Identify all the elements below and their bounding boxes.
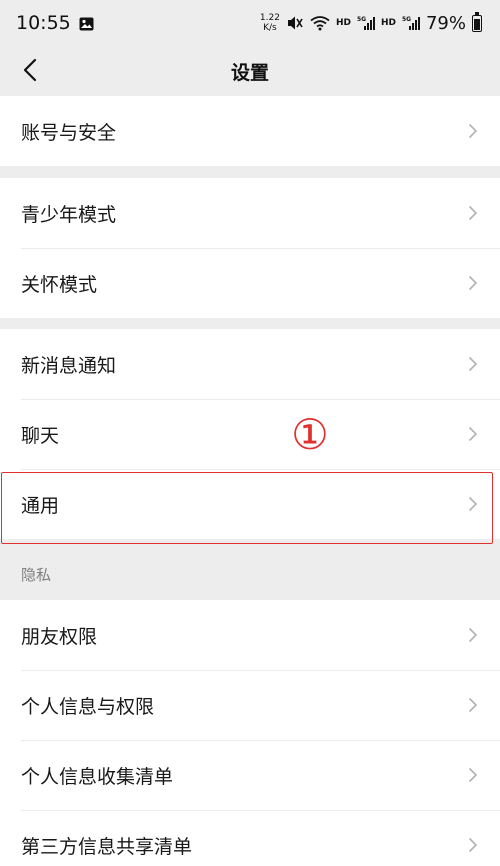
settings-group-messages: 新消息通知 聊天 通用 xyxy=(0,329,500,539)
settings-item-label: 朋友权限 xyxy=(21,625,98,648)
settings-item-chat[interactable]: 聊天 xyxy=(0,399,500,469)
network-speed-unit: K/s xyxy=(263,23,277,33)
signal-5g-icon-1: 5G xyxy=(357,15,375,31)
settings-item-general[interactable]: 通用 xyxy=(0,469,500,539)
settings-item-care-mode[interactable]: 关怀模式 xyxy=(0,248,500,318)
gallery-notification-icon xyxy=(79,16,94,31)
status-time: 10:55 xyxy=(16,12,71,34)
chevron-right-icon xyxy=(468,275,478,291)
settings-item-label: 通用 xyxy=(21,494,60,517)
settings-item-personal-info-collection-list[interactable]: 个人信息收集清单 xyxy=(0,740,500,810)
settings-group-modes: 青少年模式 关怀模式 xyxy=(0,178,500,318)
mute-icon xyxy=(286,15,304,31)
chevron-right-icon xyxy=(468,123,478,139)
settings-item-new-message-notification[interactable]: 新消息通知 xyxy=(0,329,500,399)
settings-item-label: 关怀模式 xyxy=(21,273,98,296)
chevron-right-icon xyxy=(468,627,478,643)
svg-text:5G: 5G xyxy=(402,16,411,23)
settings-group-account: 账号与安全 xyxy=(0,96,500,166)
wifi-icon xyxy=(310,15,330,31)
chevron-right-icon xyxy=(468,356,478,372)
chevron-right-icon xyxy=(468,767,478,783)
settings-item-label: 第三方信息共享清单 xyxy=(21,835,193,858)
settings-item-label: 个人信息收集清单 xyxy=(21,765,174,788)
back-arrow-icon xyxy=(23,58,37,82)
step-marker: ① xyxy=(291,410,329,459)
status-right: 1.22 K/s HD 5G HD 5G 79% xyxy=(260,11,482,34)
svg-text:5G: 5G xyxy=(357,16,366,23)
chevron-right-icon xyxy=(468,426,478,442)
chevron-right-icon xyxy=(468,837,478,853)
status-bar: 10:55 1.22 K/s HD 5G HD 5G 79% xyxy=(0,0,500,46)
page-title: 设置 xyxy=(230,61,269,84)
settings-item-label: 聊天 xyxy=(21,424,60,447)
settings-item-youth-mode[interactable]: 青少年模式 xyxy=(0,178,500,248)
navigation-bar: 设置 xyxy=(0,46,500,96)
signal-5g-icon-2: 5G xyxy=(402,15,420,31)
settings-item-label: 新消息通知 xyxy=(21,354,117,377)
chevron-right-icon xyxy=(468,697,478,713)
status-left: 10:55 xyxy=(16,12,94,34)
settings-item-third-party-sharing-list[interactable]: 第三方信息共享清单 xyxy=(0,810,500,866)
battery-percentage: 79% xyxy=(425,12,466,34)
settings-group-privacy: 朋友权限 个人信息与权限 个人信息收集清单 第三方信息共享清单 xyxy=(0,600,500,866)
back-button[interactable] xyxy=(12,50,48,90)
hd-label-1: HD xyxy=(335,18,351,28)
settings-item-label: 青少年模式 xyxy=(21,203,117,226)
settings-item-label: 个人信息与权限 xyxy=(21,695,155,718)
battery-icon xyxy=(472,11,482,32)
settings-item-label: 账号与安全 xyxy=(21,121,117,144)
section-header-privacy: 隐私 xyxy=(21,565,52,584)
hd-label-2: HD xyxy=(380,18,396,28)
network-speed-value: 1.22 xyxy=(259,13,280,23)
network-speed: 1.22 K/s xyxy=(260,13,280,33)
chevron-right-icon xyxy=(468,205,478,221)
settings-item-account-security[interactable]: 账号与安全 xyxy=(0,96,500,166)
chevron-right-icon xyxy=(468,496,478,512)
settings-item-friend-permissions[interactable]: 朋友权限 xyxy=(0,600,500,670)
settings-item-personal-info-permissions[interactable]: 个人信息与权限 xyxy=(0,670,500,740)
